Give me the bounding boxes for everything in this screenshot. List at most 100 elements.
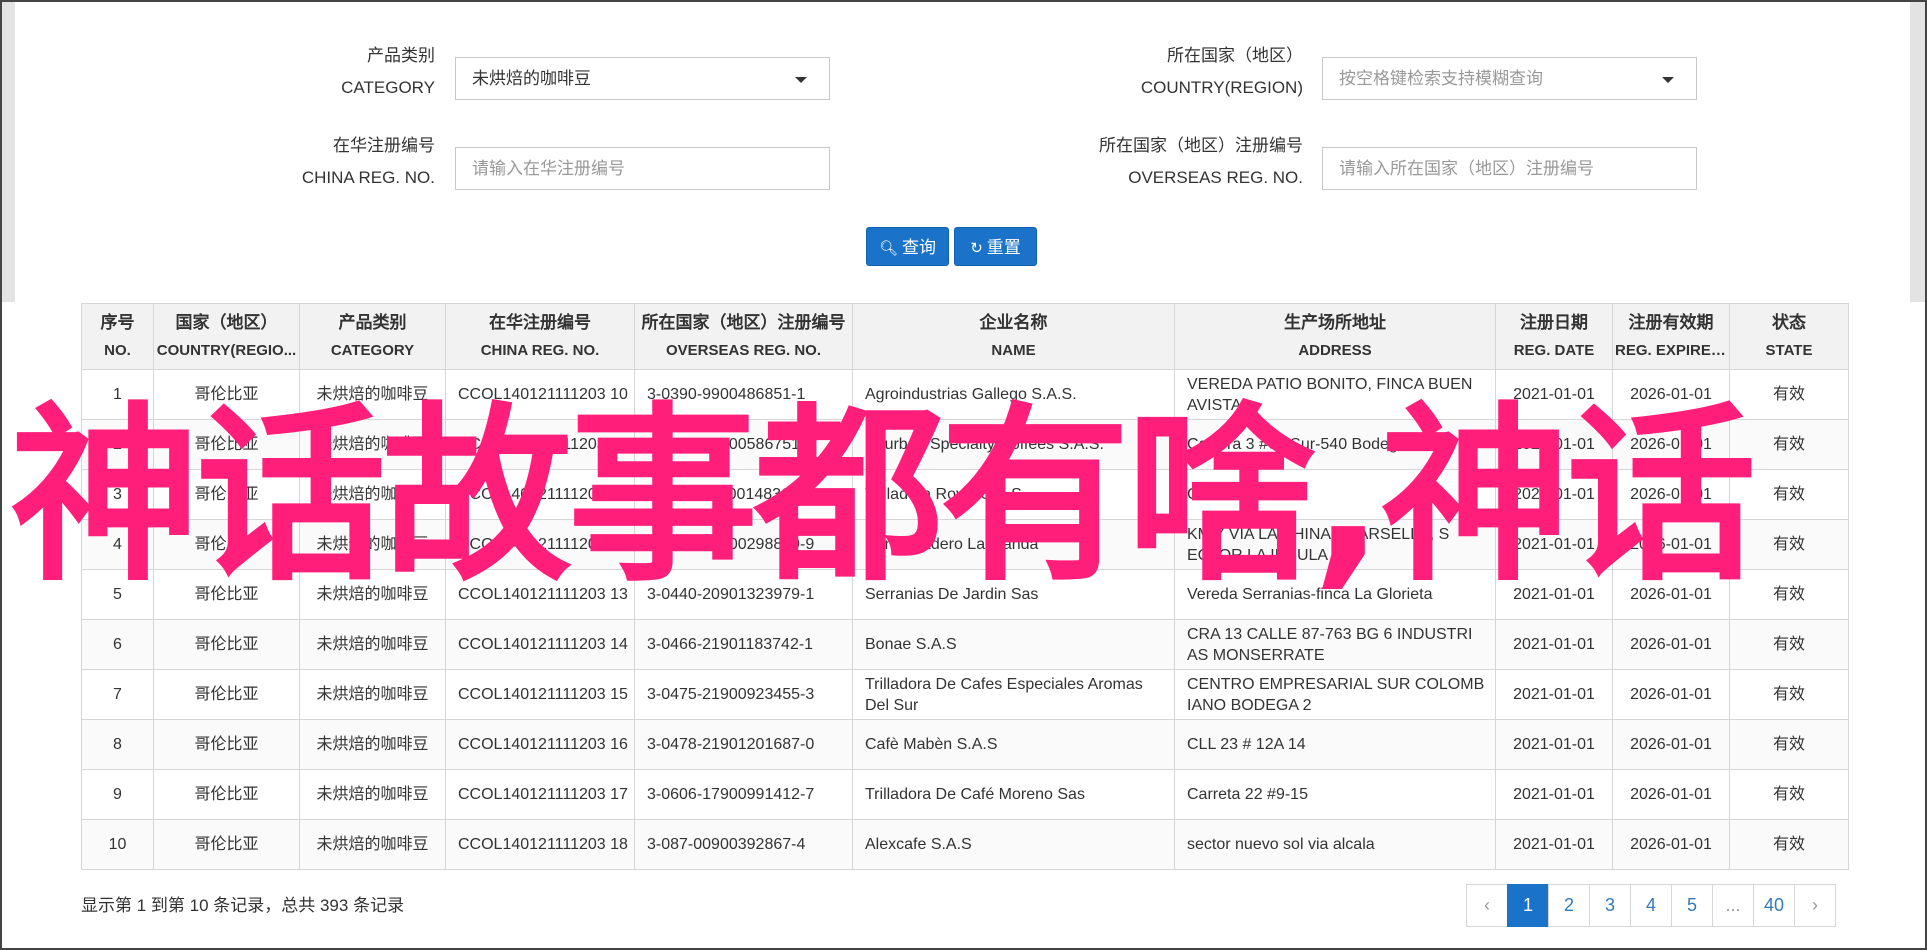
refresh-icon: ↻ — [970, 240, 983, 257]
page-button[interactable]: 5 — [1671, 884, 1713, 927]
prev-page-button[interactable]: ‹ — [1466, 884, 1508, 927]
table-cell: 未烘焙的咖啡豆 — [299, 519, 446, 570]
query-button[interactable]: 🔍︎ 查询 — [866, 227, 949, 266]
china-reg-label: 在华注册编号 CHINA REG. NO. — [301, 136, 435, 187]
table-cell: 未烘焙的咖啡豆 — [299, 569, 446, 620]
column-header[interactable]: 序号 NO. — [81, 303, 154, 370]
column-header[interactable]: 国家（地区） COUNTRY(REGIO... — [153, 303, 300, 370]
table-cell: CCOL140121111203 14 — [445, 619, 635, 670]
table-cell: 2026-01-01 — [1612, 619, 1730, 670]
column-header[interactable]: 企业名称 NAME — [852, 303, 1175, 370]
table-row[interactable]: 8 哥伦比亚 未烘焙的咖啡豆 CCOL140121111203 16 3-0478-21… — [81, 719, 1849, 770]
column-header-en: ADDRESS — [1298, 341, 1372, 359]
table-row[interactable]: 3 哥伦比亚 未烘焙的咖啡豆 CCOL140121111202 12 3-0411-20… — [81, 469, 1849, 520]
table-cell: 有效 — [1729, 519, 1849, 570]
table-cell: 3-0475-21900923455-3 — [634, 669, 853, 720]
column-header[interactable]: 所在国家（地区）注册编号 OVERSEAS REG. NO. — [634, 303, 853, 370]
next-page-button[interactable]: › — [1794, 884, 1836, 927]
table-cell: 2026-01-01 — [1612, 569, 1730, 620]
table-cell: 10 — [81, 819, 154, 870]
table-cell: VEREDA PATIO BONITO, FINCA BUEN AVISTA — [1174, 369, 1496, 420]
column-header[interactable]: 状态 STATE — [1729, 303, 1849, 370]
table-row[interactable]: 7 哥伦比亚 未烘焙的咖啡豆 CCOL140121111203 15 3-0475-21… — [81, 669, 1849, 720]
table-cell: 哥伦比亚 — [153, 719, 300, 770]
column-header-en: CHINA REG. NO. — [480, 341, 600, 359]
country-label: 所在国家（地区） COUNTRY(REGION) — [1140, 46, 1303, 97]
table-cell: 2021-01-01 — [1495, 419, 1613, 470]
overseas-reg-input[interactable]: 请输入所在国家（地区）注册编号 — [1322, 147, 1697, 190]
table-cell: 2021-01-01 — [1495, 719, 1613, 770]
column-header-en: STATE — [1765, 341, 1813, 359]
pagination: ‹ 1 2 3 4 5... 40 › — [1466, 884, 1836, 927]
column-header[interactable]: 在华注册编号 CHINA REG. NO. — [445, 303, 635, 370]
table-cell: 未烘焙的咖啡豆 — [299, 669, 446, 720]
column-header-zh: 序号 — [100, 312, 135, 332]
table-cell: 2026-01-01 — [1612, 369, 1730, 420]
column-header-en: NAME — [991, 341, 1036, 359]
table-row[interactable]: 9 哥伦比亚 未烘焙的咖啡豆 CCOL140121111203 17 3-0606-17… — [81, 769, 1849, 820]
category-select[interactable]: 未烘焙的咖啡豆 — [455, 57, 830, 100]
table-cell: 2021-01-01 — [1495, 569, 1613, 620]
table-cell: 2 — [81, 419, 154, 470]
table-row[interactable]: 6 哥伦比亚 未烘焙的咖啡豆 CCOL140121111203 14 3-0466-21… — [81, 619, 1849, 670]
column-header-en: NO. — [104, 341, 131, 359]
reset-button[interactable]: ↻ 重置 — [954, 227, 1037, 266]
table-row[interactable]: 4 哥伦比亚 未烘焙的咖啡豆 CCOL140121111203 12 3-0430-20… — [81, 519, 1849, 570]
table-cell: 有效 — [1729, 469, 1849, 520]
table-cell: Carrera 3 #61 Sur-540 Bodega 3 5 — [1174, 419, 1496, 470]
right-scrollbar[interactable] — [1910, 2, 1925, 302]
table-cell: 有效 — [1729, 669, 1849, 720]
column-header-en: OVERSEAS REG. NO. — [665, 341, 822, 359]
country-select-placeholder: 按空格键检索支持模糊查询 — [1339, 69, 1543, 88]
table-cell: 3-0411-20000148313-1 — [634, 469, 853, 520]
column-header[interactable]: 生产场所地址 ADDRESS — [1174, 303, 1496, 370]
china-reg-placeholder: 请输入在华注册编号 — [472, 159, 625, 178]
table-cell: 2026-01-01 — [1612, 819, 1730, 870]
table-cell: sector nuevo sol via alcala — [1174, 819, 1496, 870]
table-cell: 3-0430-20000298869-9 — [634, 519, 853, 570]
table-cell: 2021-01-01 — [1495, 669, 1613, 720]
column-header-en: CATEGORY — [330, 341, 415, 359]
column-header[interactable]: 注册日期 REG. DATE — [1495, 303, 1613, 370]
table-cell: Cafè Mabèn S.A.S — [852, 719, 1175, 770]
page-button[interactable]: 3 — [1589, 884, 1631, 927]
table-cell: 3-0606-17900991412-7 — [634, 769, 853, 820]
table-header-row: 序号 NO. 国家（地区） COUNTRY(REGIO... 产品类别 CATEGORY 在… — [81, 303, 1849, 370]
table-cell: Trilladora De Cafes Especiales Aromas De… — [852, 669, 1175, 720]
country-select[interactable]: 按空格键检索支持模糊查询 — [1322, 57, 1697, 100]
column-header[interactable]: 注册有效期 REG. EXPIRE ... — [1612, 303, 1730, 370]
column-header-en: COUNTRY(REGIO... — [156, 341, 297, 359]
table-cell: 哥伦比亚 — [153, 769, 300, 820]
table-cell: 3-0392-19900586751-1 — [634, 419, 853, 470]
table-cell: 未烘焙的咖啡豆 — [299, 419, 446, 470]
table-row[interactable]: 5 哥伦比亚 未烘焙的咖啡豆 CCOL140121111203 13 3-0440-20… — [81, 569, 1849, 620]
column-header-zh: 国家（地区） — [175, 312, 278, 332]
table-cell: KM 7 VIA LA CHINA - MARSELLA, S ECTOR LA… — [1174, 519, 1496, 570]
column-header-zh: 状态 — [1772, 312, 1806, 332]
table-cell: 哥伦比亚 — [153, 419, 300, 470]
overseas-reg-placeholder: 请输入所在国家（地区）注册编号 — [1339, 159, 1594, 178]
table-cell: CCOL140121111203 10 — [445, 369, 635, 420]
table-cell: Calle 2 # 2-30 — [1174, 469, 1496, 520]
table-cell: Trilladora Royal S.A.S. — [852, 469, 1175, 520]
table-cell: 有效 — [1729, 569, 1849, 620]
left-scroll-track — [2, 2, 15, 302]
table-row[interactable]: 2 哥伦比亚 未烘焙的咖啡豆 CCOL140121111203 11 3-0392-19… — [81, 419, 1849, 470]
column-header-zh: 生产场所地址 — [1284, 312, 1386, 332]
page-button[interactable]: 1 — [1507, 884, 1549, 927]
table-cell: 哥伦比亚 — [153, 469, 300, 520]
table-cell: Vereda Serranias-finca La Glorieta — [1174, 569, 1496, 620]
table-cell: 1 — [81, 369, 154, 420]
page-button[interactable]: 2 — [1548, 884, 1590, 927]
table-cell: 哥伦比亚 — [153, 619, 300, 670]
table-row[interactable]: 10 哥伦比亚 未烘焙的咖啡豆 CCOL140121111203 18 3-087-00… — [81, 819, 1849, 870]
table-cell: CCOL140121111202 12 — [445, 469, 635, 520]
table-row[interactable]: 1 哥伦比亚 未烘焙的咖啡豆 CCOL140121111203 10 3-0390-99… — [81, 369, 1849, 420]
table-cell: 哥伦比亚 — [153, 669, 300, 720]
china-reg-input[interactable]: 请输入在华注册编号 — [455, 147, 830, 190]
page-button[interactable]: 4 — [1630, 884, 1672, 927]
table-cell: 哥伦比亚 — [153, 369, 300, 420]
page-button[interactable]: 40 — [1753, 884, 1795, 927]
column-header[interactable]: 产品类别 CATEGORY — [299, 303, 446, 370]
table-cell: 有效 — [1729, 369, 1849, 420]
